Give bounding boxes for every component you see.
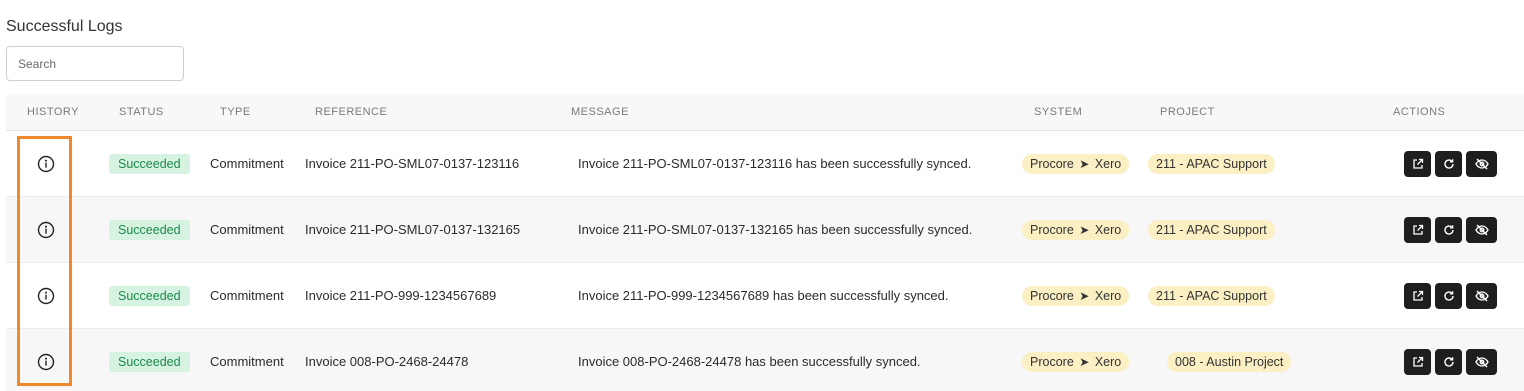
- hide-button[interactable]: [1466, 283, 1497, 309]
- status-badge: Succeeded: [109, 154, 190, 174]
- project-badge: 211 - APAC Support: [1148, 154, 1275, 174]
- system-badge: Procore ➤ Xero: [1022, 286, 1130, 306]
- arrow-right-icon: ➤: [1079, 289, 1090, 303]
- retry-button[interactable]: [1435, 217, 1462, 243]
- arrow-right-icon: ➤: [1079, 157, 1090, 171]
- eye-off-icon: [1474, 290, 1489, 302]
- table-body: Succeeded Commitment Invoice 211-PO-SML0…: [6, 131, 1524, 391]
- type-cell: Commitment: [210, 354, 284, 369]
- eye-off-icon: [1474, 356, 1489, 368]
- column-header-type: TYPE: [220, 106, 251, 118]
- retry-button[interactable]: [1435, 151, 1462, 177]
- status-badge: Succeeded: [109, 352, 190, 372]
- system-badge: Procore ➤ Xero: [1022, 154, 1130, 174]
- column-header-status: STATUS: [119, 106, 164, 118]
- row-actions: [1404, 283, 1497, 309]
- table-row: Succeeded Commitment Invoice 211-PO-SML0…: [6, 197, 1524, 263]
- search-input[interactable]: [6, 46, 184, 81]
- hide-button[interactable]: [1466, 151, 1497, 177]
- eye-off-icon: [1474, 158, 1489, 170]
- status-badge: Succeeded: [109, 220, 190, 240]
- external-link-icon: [1412, 290, 1423, 301]
- system-from: Procore: [1030, 223, 1074, 237]
- table-row: Succeeded Commitment Invoice 008-PO-2468…: [6, 329, 1524, 391]
- reference-cell: Invoice 008-PO-2468-24478: [305, 354, 469, 369]
- retry-button[interactable]: [1435, 349, 1462, 375]
- external-link-icon: [1412, 158, 1423, 169]
- status-badge: Succeeded: [109, 286, 190, 306]
- page-title: Successful Logs: [6, 18, 123, 35]
- reference-cell: Invoice 211-PO-SML07-0137-132165: [305, 222, 521, 237]
- open-link-button[interactable]: [1404, 349, 1431, 375]
- project-badge: 008 - Austin Project: [1167, 352, 1292, 372]
- table-row: Succeeded Commitment Invoice 211-PO-SML0…: [6, 131, 1524, 197]
- type-cell: Commitment: [210, 222, 284, 237]
- reference-cell: Invoice 211-PO-999-1234567689: [305, 288, 497, 303]
- system-from: Procore: [1030, 355, 1074, 369]
- refresh-icon: [1443, 357, 1454, 367]
- arrow-right-icon: ➤: [1079, 355, 1090, 369]
- column-header-message: MESSAGE: [571, 106, 629, 118]
- type-cell: Commitment: [210, 156, 284, 171]
- system-to: Xero: [1094, 223, 1122, 237]
- row-actions: [1404, 151, 1497, 177]
- system-to: Xero: [1094, 355, 1122, 369]
- hide-button[interactable]: [1466, 349, 1497, 375]
- system-to: Xero: [1094, 157, 1122, 171]
- table-header: HISTORY STATUS TYPE REFERENCE MESSAGE SY…: [6, 94, 1524, 131]
- info-circle-icon[interactable]: [37, 221, 55, 239]
- project-badge: 211 - APAC Support: [1148, 220, 1275, 240]
- info-circle-icon[interactable]: [37, 155, 55, 173]
- column-header-system: SYSTEM: [1034, 106, 1083, 118]
- external-link-icon: [1412, 356, 1423, 367]
- reference-cell: Invoice 211-PO-SML07-0137-123116: [305, 156, 520, 171]
- info-circle-icon[interactable]: [37, 353, 55, 371]
- eye-off-icon: [1474, 224, 1489, 236]
- message-cell: Invoice 211-PO-SML07-0137-123116 has bee…: [578, 156, 972, 171]
- system-from: Procore: [1030, 157, 1074, 171]
- external-link-icon: [1412, 224, 1423, 235]
- column-header-reference: REFERENCE: [315, 106, 388, 118]
- open-link-button[interactable]: [1404, 283, 1431, 309]
- column-header-project: PROJECT: [1160, 106, 1215, 118]
- open-link-button[interactable]: [1404, 217, 1431, 243]
- logs-table: HISTORY STATUS TYPE REFERENCE MESSAGE SY…: [6, 94, 1524, 391]
- message-cell: Invoice 211-PO-SML07-0137-132165 has bee…: [578, 222, 973, 237]
- refresh-icon: [1443, 159, 1454, 169]
- hide-button[interactable]: [1466, 217, 1497, 243]
- refresh-icon: [1443, 225, 1454, 235]
- open-link-button[interactable]: [1404, 151, 1431, 177]
- message-cell: Invoice 008-PO-2468-24478 has been succe…: [578, 354, 921, 369]
- type-cell: Commitment: [210, 288, 284, 303]
- system-to: Xero: [1094, 289, 1122, 303]
- row-actions: [1404, 217, 1497, 243]
- system-badge: Procore ➤ Xero: [1022, 352, 1130, 372]
- message-cell: Invoice 211-PO-999-1234567689 has been s…: [578, 288, 949, 303]
- system-badge: Procore ➤ Xero: [1022, 220, 1130, 240]
- refresh-icon: [1443, 291, 1454, 301]
- column-header-history: HISTORY: [27, 106, 79, 118]
- project-badge: 211 - APAC Support: [1148, 286, 1275, 306]
- system-from: Procore: [1030, 289, 1074, 303]
- column-header-actions: ACTIONS: [1393, 106, 1446, 118]
- row-actions: [1404, 349, 1497, 375]
- table-row: Succeeded Commitment Invoice 211-PO-999-…: [6, 263, 1524, 329]
- retry-button[interactable]: [1435, 283, 1462, 309]
- info-circle-icon[interactable]: [37, 287, 55, 305]
- arrow-right-icon: ➤: [1079, 223, 1090, 237]
